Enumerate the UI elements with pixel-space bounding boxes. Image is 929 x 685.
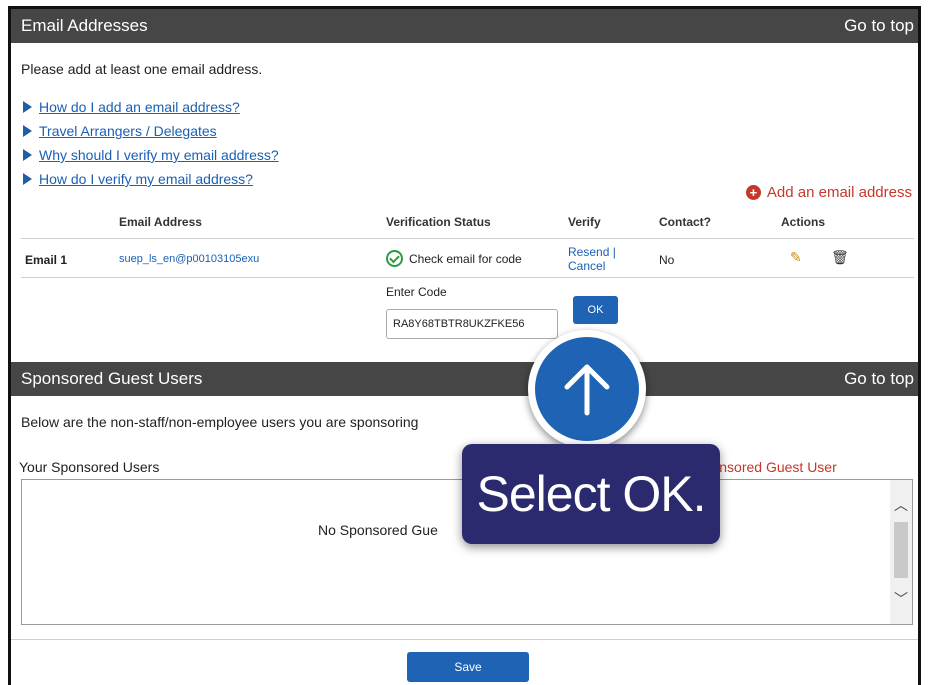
verification-code-input[interactable] (386, 309, 558, 339)
column-header-verify: Verify (568, 215, 601, 229)
verification-status: Check email for code (386, 250, 522, 267)
triangle-right-icon (23, 125, 32, 137)
help-link-how-verify[interactable]: How do I verify my email address? (39, 171, 253, 187)
contact-value: No (659, 253, 675, 267)
scroll-thumb[interactable] (894, 522, 908, 578)
help-link-item[interactable]: Why should I verify my email address? (23, 143, 279, 167)
ok-button[interactable]: OK (573, 296, 618, 324)
arrow-up-icon (564, 364, 610, 416)
trash-icon[interactable]: 🗑 (831, 249, 849, 266)
email-section-header: Email Addresses Go to top (11, 9, 918, 43)
column-header-email: Email Address (119, 215, 202, 229)
help-link-why-verify[interactable]: Why should I verify my email address? (39, 147, 279, 163)
sponsored-intro-text: Below are the non-staff/non-employee use… (21, 414, 419, 430)
save-button[interactable]: Save (407, 652, 529, 682)
add-email-link[interactable]: + Add an email address (745, 184, 912, 201)
email-intro-text: Please add at least one email address. (21, 61, 263, 77)
column-header-status: Verification Status (386, 215, 491, 229)
goto-top-link[interactable]: Go to top (844, 369, 914, 389)
resend-link[interactable]: Resend | (568, 245, 616, 259)
help-link-item[interactable]: How do I verify my email address? (23, 167, 279, 191)
triangle-right-icon (23, 149, 32, 161)
help-link-item[interactable]: How do I add an email address? (23, 95, 279, 119)
enter-code-label: Enter Code (386, 285, 447, 299)
your-sponsored-users-label: Your Sponsored Users (19, 459, 160, 475)
triangle-right-icon (23, 101, 32, 113)
add-email-label: Add an email address (766, 184, 912, 201)
email-row-label: Email 1 (25, 253, 68, 267)
scroll-down-arrow-icon[interactable]: ﹀ (890, 588, 912, 610)
edit-pencil-icon[interactable]: ✎ (790, 249, 802, 266)
cancel-link[interactable]: Cancel (568, 259, 605, 273)
scroll-up-arrow-icon[interactable]: ︿ (890, 494, 912, 516)
divider (21, 238, 914, 239)
sponsored-section-header: Sponsored Guest Users Go to top (11, 362, 918, 396)
help-link-add-email[interactable]: How do I add an email address? (39, 99, 240, 115)
goto-top-link[interactable]: Go to top (844, 16, 914, 36)
empty-list-message: No Sponsored Gue (318, 522, 438, 538)
list-scrollbar[interactable]: ︿ ﹀ (890, 480, 912, 624)
triangle-right-icon (23, 173, 32, 185)
sponsored-section-title: Sponsored Guest Users (21, 369, 203, 388)
check-circle-icon (386, 250, 403, 267)
help-link-travel-arrangers[interactable]: Travel Arrangers / Delegates (39, 123, 217, 139)
plus-circle-icon: + (745, 185, 761, 200)
callout-up-arrow-icon (528, 330, 646, 448)
callout-instruction: Select OK. (462, 444, 720, 544)
verification-status-text: Check email for code (409, 251, 522, 266)
email-address-link[interactable]: suep_ls_en@p00103105exu (119, 253, 259, 265)
divider (11, 639, 918, 640)
email-section-title: Email Addresses (21, 16, 148, 35)
column-header-contact: Contact? (659, 215, 711, 229)
page-frame: Email Addresses Go to top Please add at … (8, 6, 921, 685)
divider (21, 277, 914, 278)
help-link-item[interactable]: Travel Arrangers / Delegates (23, 119, 279, 143)
verify-actions: Resend | Cancel (568, 245, 616, 273)
help-links: How do I add an email address? Travel Ar… (23, 95, 279, 191)
column-header-actions: Actions (781, 215, 826, 229)
